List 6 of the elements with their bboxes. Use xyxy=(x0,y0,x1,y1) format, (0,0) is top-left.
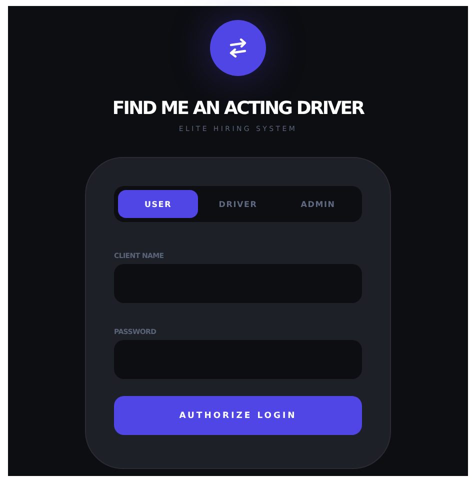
role-tab[interactable]: ADMIN xyxy=(278,190,358,218)
app-title: FIND ME AN ACTING DRIVER xyxy=(112,98,364,119)
role-tab[interactable]: USER xyxy=(118,190,198,218)
login-button[interactable]: AUTHORIZE LOGIN xyxy=(114,396,362,435)
role-tab[interactable]: DRIVER xyxy=(198,190,278,218)
swap-arrows-icon xyxy=(227,38,249,58)
